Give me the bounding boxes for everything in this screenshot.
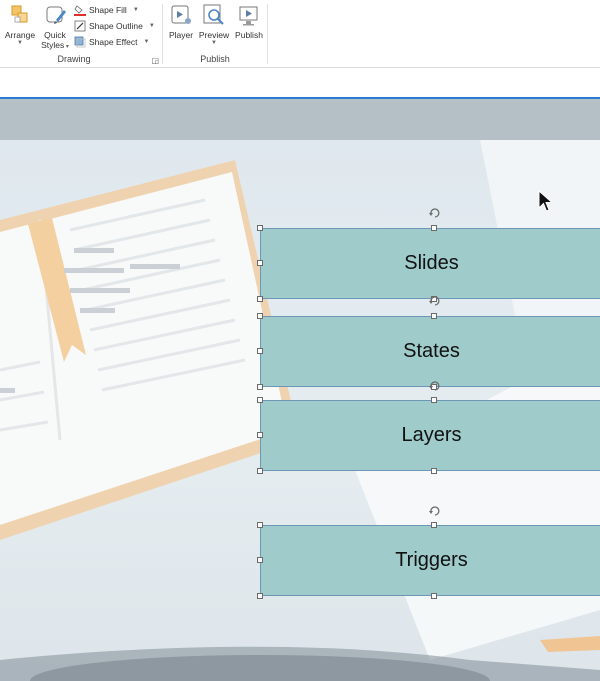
rotate-handle-icon[interactable] — [429, 380, 441, 392]
player-label: Player — [168, 30, 194, 40]
ribbon-spacer — [0, 68, 600, 98]
arrange-label: Arrange — [4, 30, 36, 40]
resize-handle[interactable] — [431, 313, 437, 319]
rotate-handle-icon[interactable] — [429, 505, 441, 517]
shape-outline-button[interactable]: Shape Outline ▼ — [74, 19, 155, 33]
shape-label: Layers — [401, 424, 462, 446]
shape-label: States — [403, 340, 460, 362]
player-icon — [168, 2, 194, 28]
shape-outline-label: Shape Outline — [89, 21, 143, 31]
resize-handle[interactable] — [257, 348, 263, 354]
shape-outline-icon — [74, 20, 86, 32]
arrange-button[interactable]: Arrange ▼ — [2, 2, 38, 46]
rotate-handle-icon[interactable] — [429, 207, 441, 219]
mouse-cursor-icon — [538, 190, 554, 212]
dialog-launcher-icon[interactable]: ◲ — [151, 56, 159, 65]
shape-layers[interactable]: Layers — [260, 400, 600, 471]
preview-button[interactable]: Preview ▼ — [197, 2, 231, 46]
ribbon: Arrange ▼ Quick Styles ▾ Shape Fill ▼ Sh… — [0, 0, 600, 68]
player-button[interactable]: Player — [167, 2, 195, 40]
resize-handle[interactable] — [257, 225, 263, 231]
resize-handle[interactable] — [257, 522, 263, 528]
group-divider — [267, 4, 268, 64]
resize-handle[interactable] — [257, 313, 263, 319]
publish-group: Player Preview ▼ Publish Publish — [163, 0, 267, 68]
shape-effect-label: Shape Effect — [89, 37, 138, 47]
rotate-handle-icon[interactable] — [429, 295, 441, 307]
resize-handle[interactable] — [257, 296, 263, 302]
resize-handle[interactable] — [431, 522, 437, 528]
resize-handle[interactable] — [257, 468, 263, 474]
publish-icon — [236, 2, 262, 28]
resize-handle[interactable] — [431, 225, 437, 231]
shape-label: Triggers — [395, 549, 468, 571]
shape-triggers[interactable]: Triggers — [260, 525, 600, 596]
quick-styles-label-2: Styles — [41, 40, 65, 50]
publish-label: Publish — [235, 30, 263, 40]
publish-group-label: Publish — [200, 54, 230, 64]
resize-handle[interactable] — [431, 397, 437, 403]
resize-handle[interactable] — [257, 593, 263, 599]
resize-handle[interactable] — [431, 593, 437, 599]
shape-label: Slides — [404, 252, 459, 274]
shape-fill-label: Shape Fill — [89, 5, 127, 15]
drawing-group: Arrange ▼ Quick Styles ▾ Shape Fill ▼ Sh… — [0, 0, 162, 68]
resize-handle[interactable] — [257, 260, 263, 266]
shape-fill-icon — [74, 4, 86, 16]
shape-slides[interactable]: Slides — [260, 228, 600, 299]
shape-states[interactable]: States — [260, 316, 600, 387]
quick-styles-label-1: Quick — [44, 30, 66, 40]
resize-handle[interactable] — [257, 557, 263, 563]
quick-styles-button[interactable]: Quick Styles ▾ — [38, 2, 72, 52]
preview-icon — [201, 2, 227, 28]
canvas-gray-band — [0, 99, 600, 140]
shape-effect-button[interactable]: Shape Effect ▼ — [74, 35, 149, 49]
resize-handle[interactable] — [431, 468, 437, 474]
shape-fill-button[interactable]: Shape Fill ▼ — [74, 3, 139, 17]
arrange-icon — [7, 2, 33, 28]
resize-handle[interactable] — [257, 397, 263, 403]
shape-effect-icon — [74, 36, 86, 48]
chevron-down-icon: ▼ — [211, 40, 217, 46]
drawing-group-label: Drawing — [57, 54, 91, 64]
chevron-down-icon: ▼ — [17, 40, 23, 46]
quick-styles-icon — [42, 2, 68, 28]
resize-handle[interactable] — [257, 432, 263, 438]
publish-button[interactable]: Publish — [233, 2, 265, 40]
resize-handle[interactable] — [257, 384, 263, 390]
preview-label: Preview — [198, 30, 230, 40]
slide-canvas[interactable]: Slides States Layers Triggers — [0, 140, 600, 681]
